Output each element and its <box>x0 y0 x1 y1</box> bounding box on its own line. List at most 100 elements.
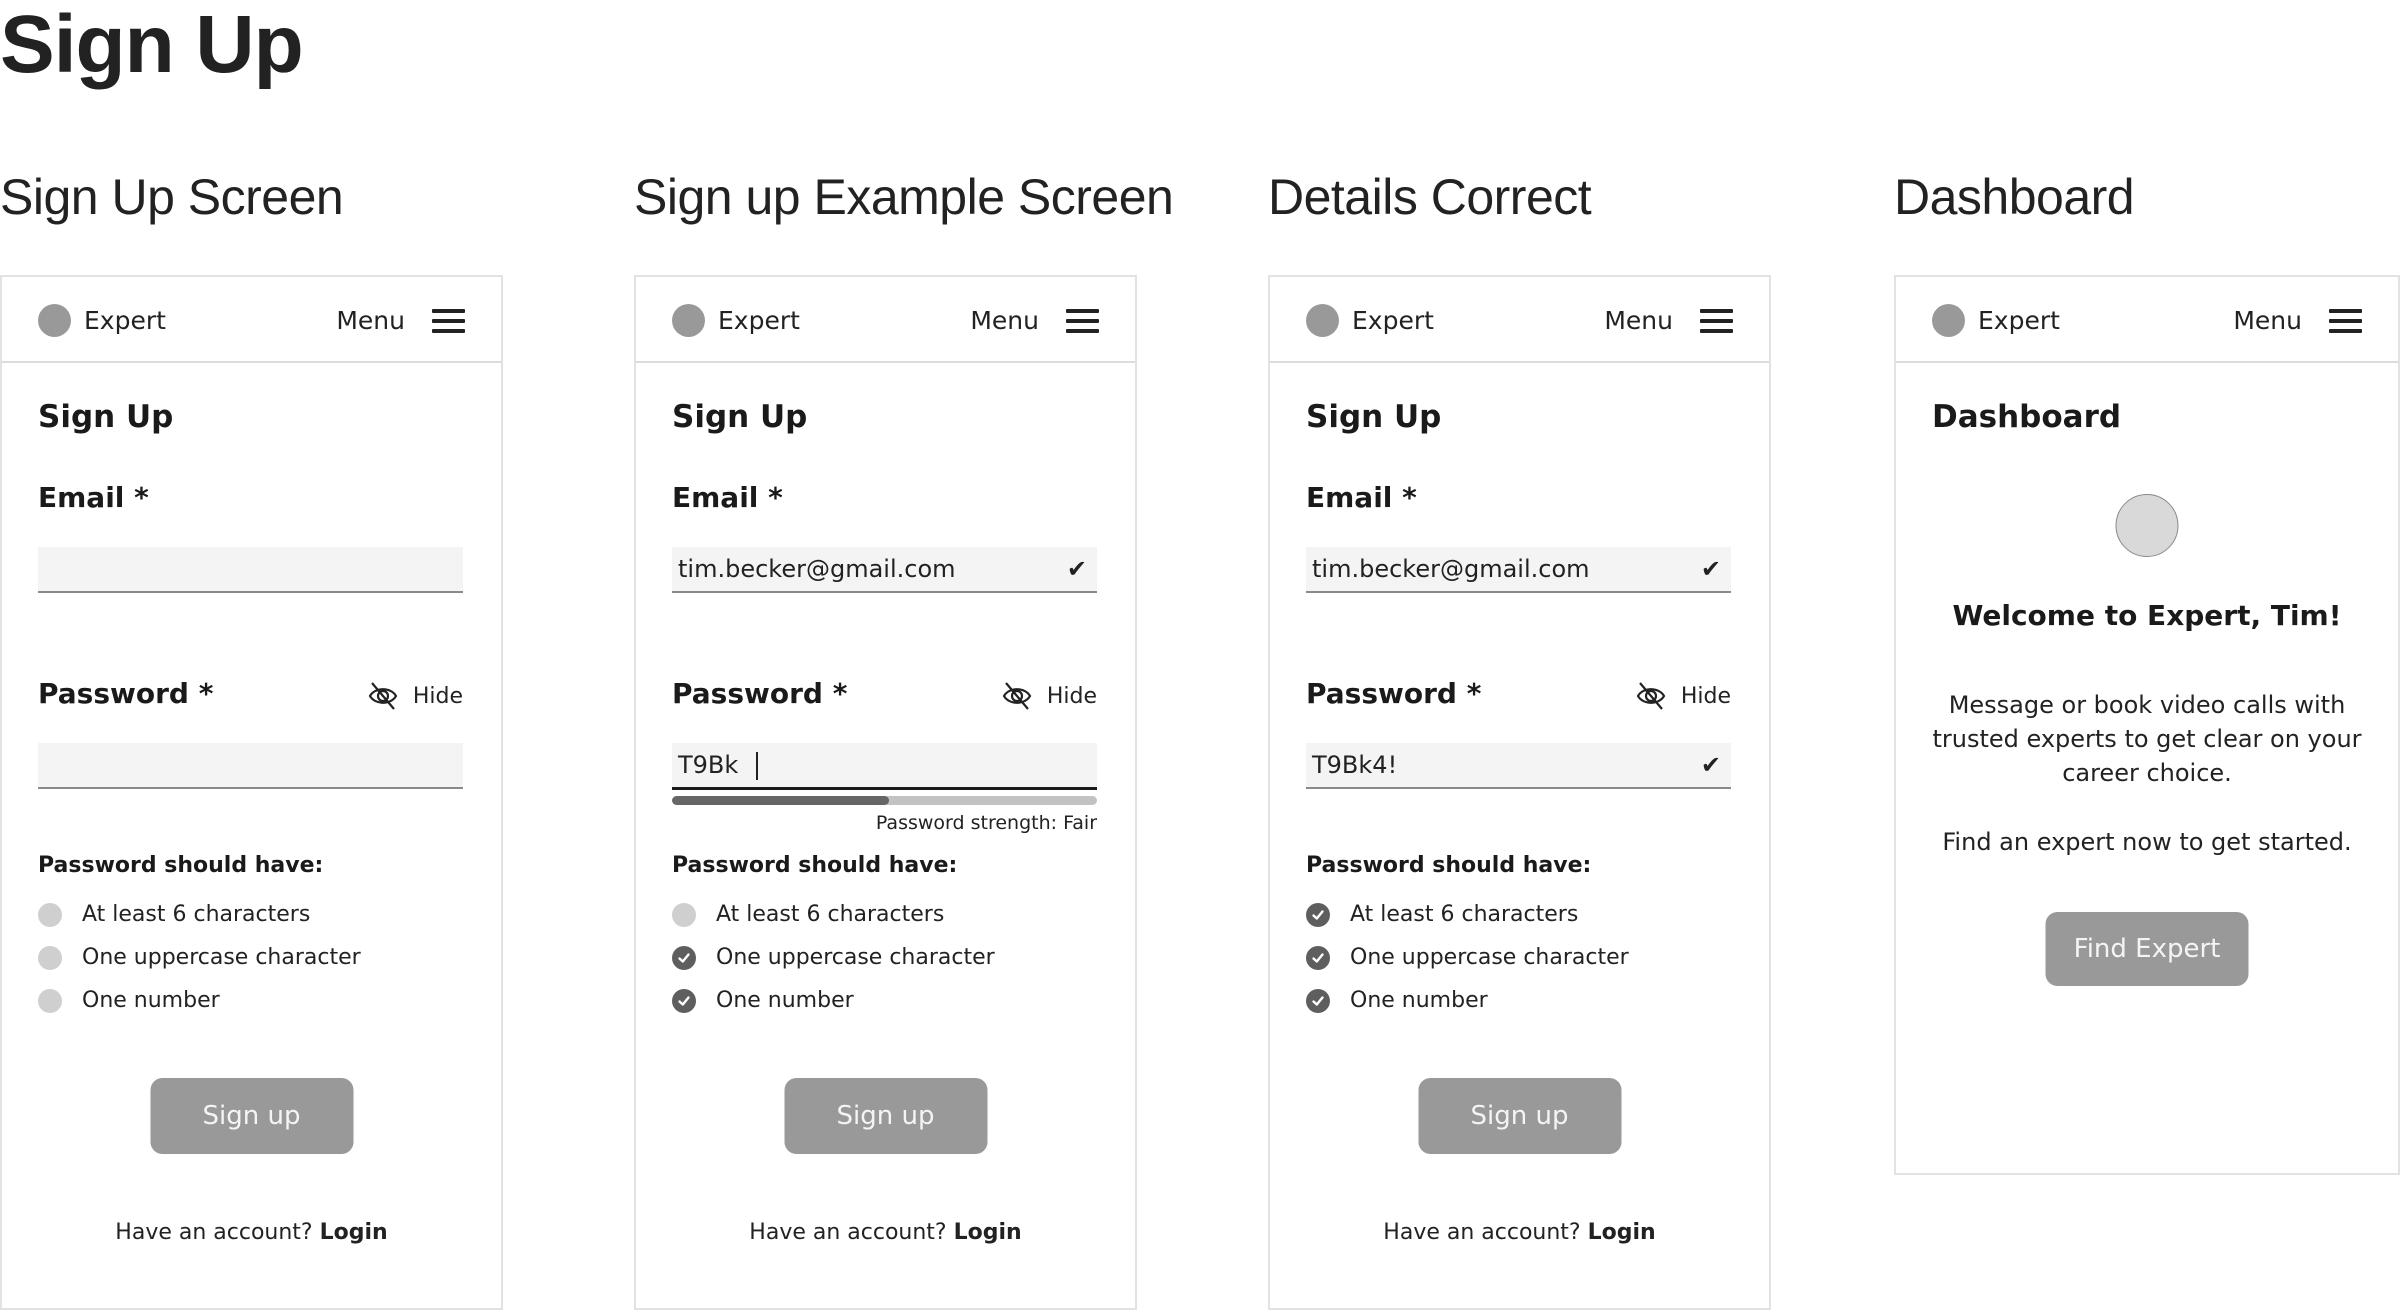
sign-up-button[interactable]: Sign up <box>1418 1078 1621 1154</box>
app-header: Expert Menu <box>636 277 1135 363</box>
screen-title-signup-example: Sign up Example Screen <box>634 169 1174 225</box>
requirement-label: One uppercase character <box>716 945 995 970</box>
hamburger-menu-icon[interactable] <box>1066 309 1099 333</box>
hamburger-menu-icon[interactable] <box>2329 309 2362 333</box>
requirement-item: One number <box>38 979 361 1022</box>
login-prompt: Have an account? Login <box>2 1220 501 1245</box>
avatar-placeholder-icon <box>2115 494 2179 557</box>
requirement-label: One uppercase character <box>1350 945 1629 970</box>
requirement-label: One uppercase character <box>82 945 361 970</box>
form-heading: Sign Up <box>672 399 808 435</box>
brand-name[interactable]: Expert <box>718 306 800 335</box>
login-prompt-text: Have an account? <box>115 1220 313 1245</box>
requirement-label: At least 6 characters <box>82 902 311 927</box>
check-circle-icon <box>672 945 696 970</box>
menu-label[interactable]: Menu <box>1604 306 1673 335</box>
requirement-item: At least 6 characters <box>1306 893 1629 936</box>
password-text: T9Bk4! <box>1312 751 1398 779</box>
hamburger-menu-icon[interactable] <box>432 309 465 333</box>
email-label: Email * <box>672 481 783 514</box>
logo-circle-icon[interactable] <box>1306 304 1339 337</box>
login-prompt: Have an account? Login <box>1270 1220 1769 1245</box>
phone-screen: Expert Menu Sign Up Email * tim.becker@g… <box>634 275 1137 1310</box>
menu-label[interactable]: Menu <box>2233 306 2302 335</box>
hide-label: Hide <box>412 683 463 709</box>
checkmark-icon: ✔ <box>1700 751 1721 779</box>
requirements-heading: Password should have: <box>672 853 958 878</box>
logo-circle-icon[interactable] <box>672 304 705 337</box>
login-link[interactable]: Login <box>954 1220 1022 1245</box>
eye-slash-icon <box>1636 682 1666 710</box>
sign-up-button[interactable]: Sign up <box>150 1078 353 1154</box>
password-label: Password * <box>672 677 848 710</box>
email-value: tim.becker@gmail.com <box>678 555 956 583</box>
email-label: Email * <box>1306 481 1417 514</box>
empty-circle-icon <box>38 988 62 1013</box>
requirements-list: At least 6 characters One uppercase chara… <box>38 893 361 1022</box>
email-label: Email * <box>38 481 149 514</box>
dashboard-cta-text: Find an expert now to get started. <box>1942 828 2352 856</box>
check-circle-icon <box>1306 988 1330 1013</box>
logo-circle-icon[interactable] <box>38 304 71 337</box>
dashboard-screen-card: Expert Menu Dashboard Welcome to Expert,… <box>1894 275 2400 1175</box>
menu-label[interactable]: Menu <box>336 306 405 335</box>
empty-circle-icon <box>38 902 62 927</box>
requirements-heading: Password should have: <box>38 853 324 878</box>
form-heading: Sign Up <box>1306 399 1442 435</box>
brand-name[interactable]: Expert <box>1352 306 1434 335</box>
requirement-label: One number <box>82 988 220 1013</box>
hide-password-toggle[interactable]: Hide <box>367 681 463 711</box>
eye-slash-icon <box>1002 682 1032 710</box>
login-prompt-text: Have an account? <box>1383 1220 1581 1245</box>
hide-password-toggle[interactable]: Hide <box>1635 681 1731 711</box>
logo-circle-icon[interactable] <box>1932 304 1965 337</box>
requirement-item: One uppercase character <box>1306 936 1629 979</box>
menu-label[interactable]: Menu <box>970 306 1039 335</box>
screen-title-dashboard: Dashboard <box>1894 169 2135 225</box>
requirement-item: One number <box>672 979 995 1022</box>
email-field[interactable]: tim.becker@gmail.com ✔ <box>672 547 1097 593</box>
app-header: Expert Menu <box>1270 277 1769 363</box>
app-header: Expert Menu <box>1896 277 2398 363</box>
requirement-item: One uppercase character <box>672 936 995 979</box>
checkmark-icon: ✔ <box>1066 555 1087 583</box>
hamburger-menu-icon[interactable] <box>1700 309 1733 333</box>
brand-name[interactable]: Expert <box>84 306 166 335</box>
login-prompt-text: Have an account? <box>749 1220 947 1245</box>
login-link[interactable]: Login <box>1588 1220 1656 1245</box>
requirement-label: One number <box>1350 988 1488 1013</box>
requirement-label: At least 6 characters <box>716 902 945 927</box>
dashboard-description: Message or book video calls with trusted… <box>1932 691 2362 787</box>
brand-name[interactable]: Expert <box>1978 306 2060 335</box>
hide-password-toggle[interactable]: Hide <box>1001 681 1097 711</box>
login-link[interactable]: Login <box>320 1220 388 1245</box>
requirements-heading: Password should have: <box>1306 853 1592 878</box>
password-label: Password * <box>38 677 214 710</box>
dashboard-heading: Dashboard <box>1932 399 2122 435</box>
password-field[interactable] <box>38 743 463 789</box>
welcome-message: Welcome to Expert, Tim! <box>1952 599 2342 632</box>
email-field[interactable] <box>38 547 463 593</box>
find-expert-button[interactable]: Find Expert <box>2045 912 2249 986</box>
email-field[interactable]: tim.becker@gmail.com ✔ <box>1306 547 1731 593</box>
password-value: T9Bk4! <box>1312 742 1701 788</box>
empty-circle-icon <box>38 945 62 970</box>
requirement-label: One number <box>716 988 854 1013</box>
password-field[interactable]: T9Bk <box>672 743 1097 790</box>
requirement-item: At least 6 characters <box>38 893 361 936</box>
password-strength-fill <box>672 796 889 805</box>
requirement-item: One uppercase character <box>38 936 361 979</box>
screen-title-signup: Sign Up Screen <box>0 169 344 225</box>
requirement-item: One number <box>1306 979 1629 1022</box>
requirement-label: At least 6 characters <box>1350 902 1579 927</box>
empty-circle-icon <box>672 902 696 927</box>
checkmark-icon: ✔ <box>1700 555 1721 583</box>
login-prompt: Have an account? Login <box>636 1220 1135 1245</box>
form-heading: Sign Up <box>38 399 174 435</box>
password-field[interactable]: T9Bk4! ✔ <box>1306 743 1731 789</box>
sign-up-button[interactable]: Sign up <box>784 1078 987 1154</box>
password-strength-label: Password strength: Fair <box>875 812 1097 834</box>
page-title: Sign Up <box>0 0 304 90</box>
app-header: Expert Menu <box>2 277 501 363</box>
requirements-list: At least 6 characters One uppercase chara… <box>1306 893 1629 1022</box>
